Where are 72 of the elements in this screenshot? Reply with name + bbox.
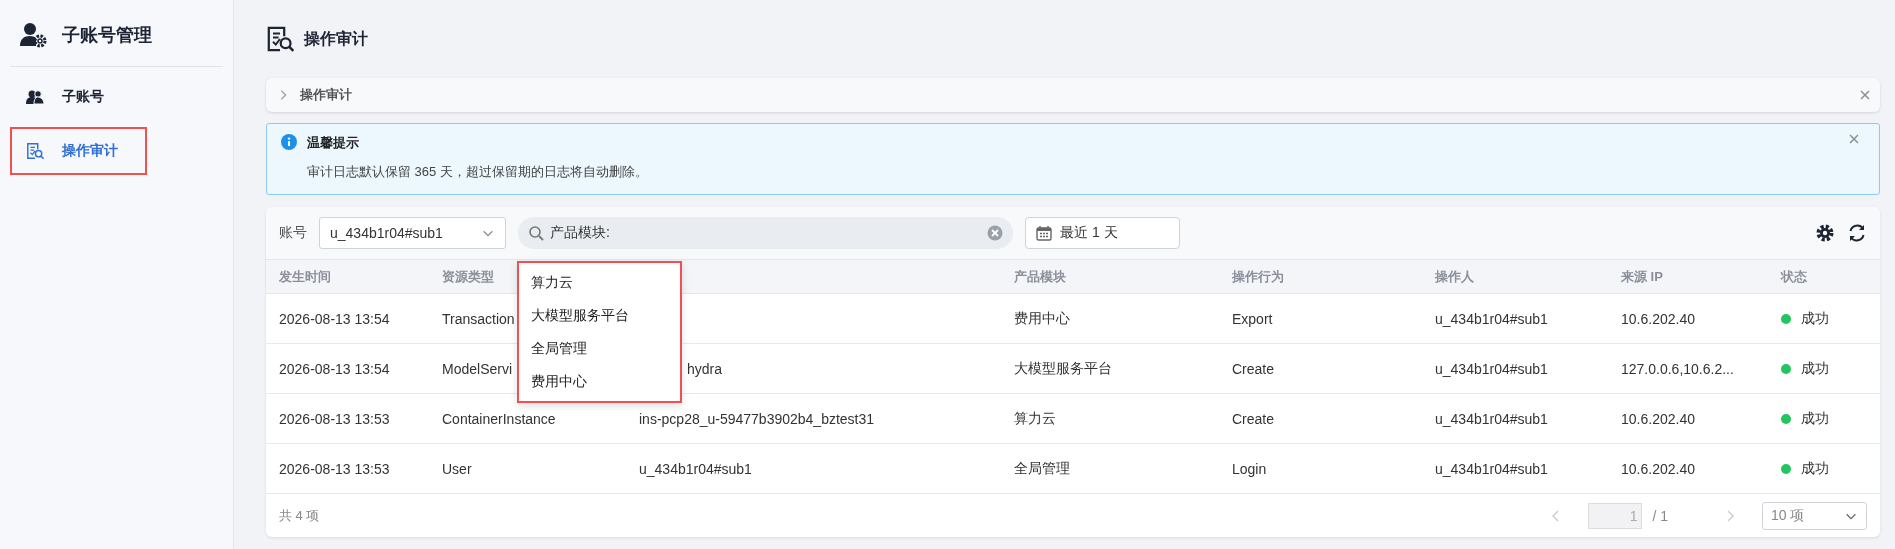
page-size-select[interactable]: 10 项 xyxy=(1762,501,1867,530)
table-cell: u_434b1r04#sub1 xyxy=(1435,410,1548,427)
account-label: 账号 xyxy=(279,224,307,242)
sidebar-item[interactable]: 操作审计 xyxy=(10,127,147,175)
column-header: 来源 IP xyxy=(1621,267,1663,286)
breadcrumb-label: 操作审计 xyxy=(300,86,353,104)
table-cell: 算力云 xyxy=(1014,409,1056,428)
info-icon xyxy=(281,134,297,150)
settings-button[interactable] xyxy=(1815,223,1835,243)
table-cell: ins-pcp28_u-59477b3902b4_bztest31 xyxy=(639,410,875,427)
account-select[interactable]: u_434b1r04#sub1 xyxy=(319,217,506,249)
clear-icon xyxy=(987,225,1003,241)
settings-icon xyxy=(1815,223,1835,243)
person-gear-icon xyxy=(20,22,48,48)
status-label: 成功 xyxy=(1801,409,1829,428)
close-icon xyxy=(1860,90,1870,100)
people-icon xyxy=(26,90,44,104)
table-cell: ContainerInstance xyxy=(442,410,556,427)
table-cell: ModelServi xyxy=(442,360,513,377)
column-header: 状态 xyxy=(1781,267,1807,286)
column-header: 资源类型 xyxy=(442,267,494,286)
dropdown-option[interactable]: 算力云 xyxy=(519,266,680,299)
document-search-icon xyxy=(26,142,44,160)
status-label: 成功 xyxy=(1801,309,1829,328)
table-cell: Create xyxy=(1232,360,1275,377)
total-count: 共 4 项 xyxy=(279,506,321,525)
document-search-icon xyxy=(266,25,294,53)
table-cell: u_434b1r04#sub1 xyxy=(1435,310,1548,327)
page-title: 操作审计 xyxy=(304,28,368,49)
sidebar-item[interactable]: 子账号 xyxy=(10,77,147,117)
column-header: 产品模块 xyxy=(1014,267,1066,286)
table-cell: u_434b1r04#sub1 xyxy=(1435,360,1548,377)
alert-message: 审计日志默认保留 365 天，超过保留期的日志将自动删除。 xyxy=(307,163,649,181)
calendar-icon xyxy=(1036,225,1052,241)
refresh-icon xyxy=(1847,223,1867,243)
table-cell: 大模型服务平台 xyxy=(1014,359,1112,378)
sidebar-title: 子账号管理 xyxy=(62,24,152,47)
column-header: 操作人 xyxy=(1435,267,1474,286)
column-header: 发生时间 xyxy=(279,267,331,286)
column-header: 操作行为 xyxy=(1232,267,1284,286)
table-cell: 费用中心 xyxy=(1014,309,1070,328)
table-cell: 10.6.202.40 xyxy=(1621,310,1695,327)
table-cell: Transaction xyxy=(442,310,515,327)
page-count: / 1 xyxy=(1652,507,1668,524)
date-range-picker[interactable]: 最近 1 天 xyxy=(1025,217,1180,249)
table-cell: 10.6.202.40 xyxy=(1621,460,1695,477)
alert-title: 温馨提示 xyxy=(307,134,360,152)
search-icon xyxy=(528,225,544,241)
table-cell: 2026-08-13 13:53 xyxy=(279,460,390,477)
table-cell: u_434b1r04#sub1 xyxy=(1435,460,1548,477)
search-field[interactable]: 产品模块: xyxy=(518,217,1013,249)
close-button[interactable] xyxy=(1860,90,1870,100)
table-cell: 2026-08-13 13:54 xyxy=(279,310,390,327)
table-cell: 127.0.0.6,10.6.2... xyxy=(1621,360,1734,377)
table-cell: 2026-08-13 13:53 xyxy=(279,410,390,427)
table-cell: Create xyxy=(1232,410,1275,427)
table-cell: 2026-08-13 13:54 xyxy=(279,360,390,377)
table-cell: Export xyxy=(1232,310,1273,327)
table-cell: Login xyxy=(1232,460,1267,477)
clear-button[interactable] xyxy=(987,225,1003,241)
status-label: 成功 xyxy=(1801,359,1829,378)
table-cell: 全局管理 xyxy=(1014,459,1070,478)
dropdown-option[interactable]: 全局管理 xyxy=(519,332,680,365)
table-cell: hydra xyxy=(687,360,723,377)
table-cell: u_434b1r04#sub1 xyxy=(639,460,752,477)
dropdown-option[interactable]: 大模型服务平台 xyxy=(519,299,680,332)
status-label: 成功 xyxy=(1801,459,1829,478)
refresh-button[interactable] xyxy=(1847,223,1867,243)
table-cell: User xyxy=(442,460,472,477)
close-icon xyxy=(1849,134,1859,144)
table-cell: 10.6.202.40 xyxy=(1621,410,1695,427)
dropdown-option[interactable]: 费用中心 xyxy=(519,365,680,398)
